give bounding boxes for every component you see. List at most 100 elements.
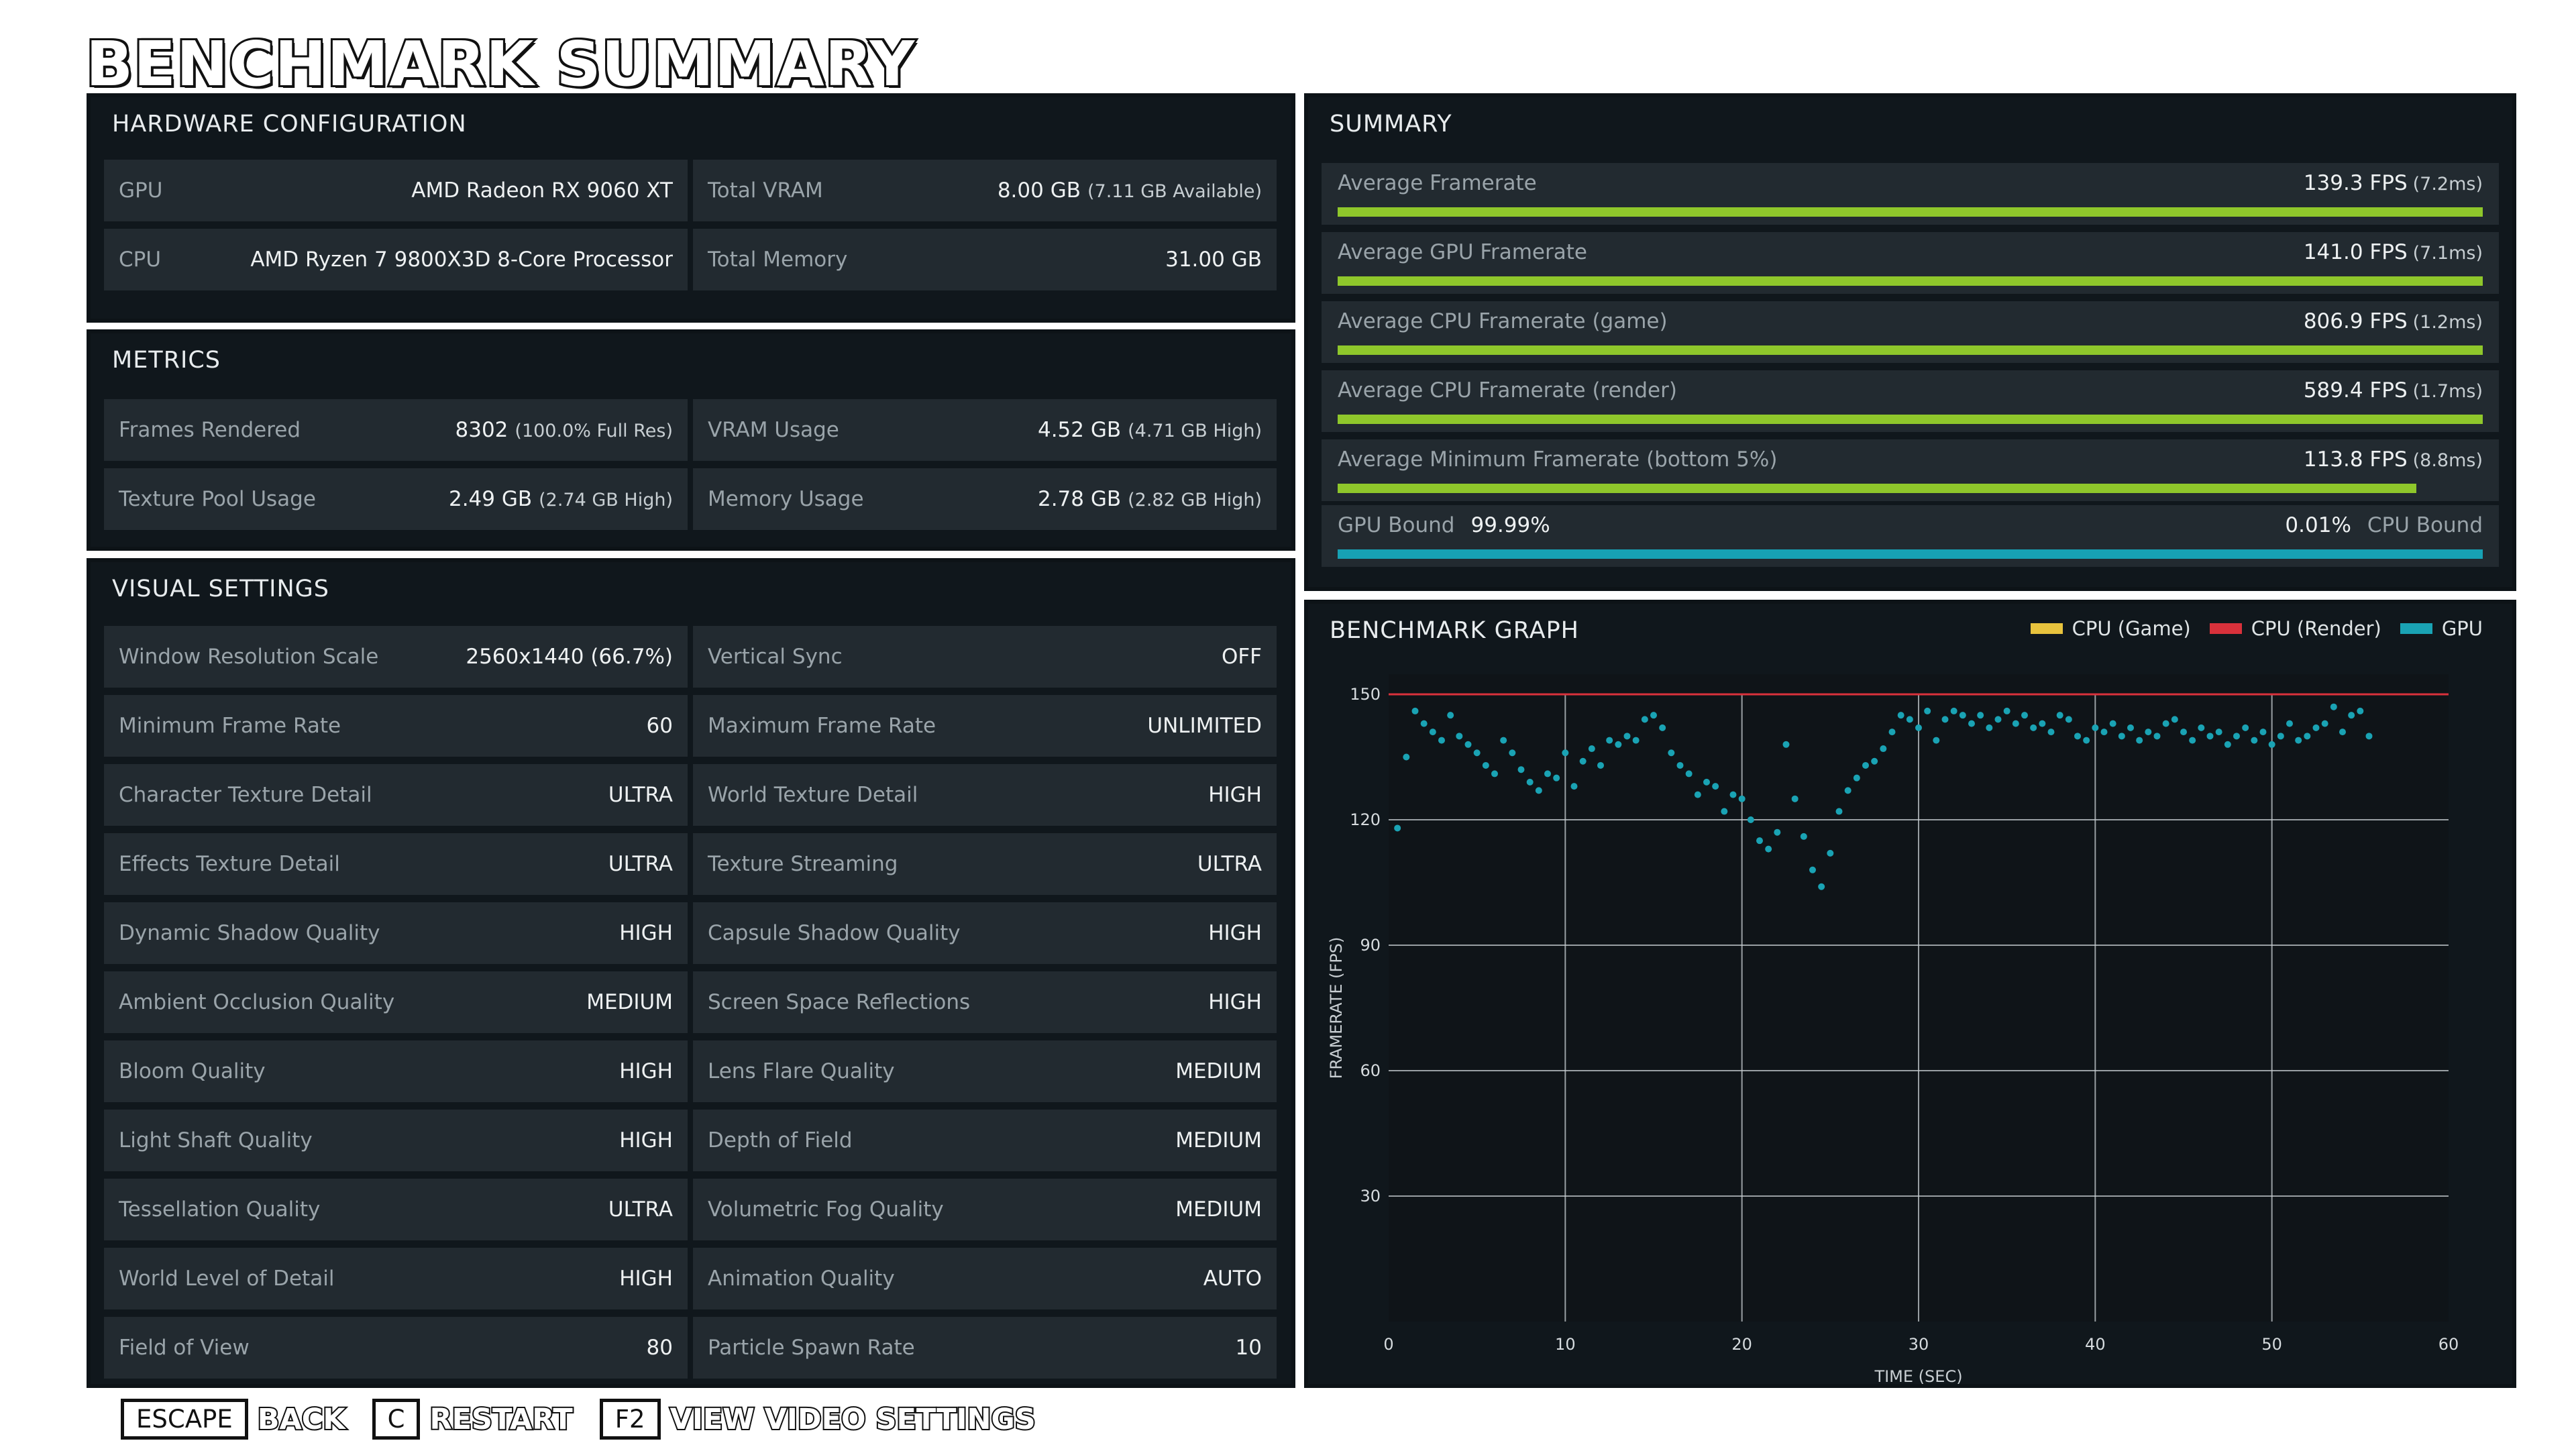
gpu-point [2109,720,2116,727]
gpu-point [2357,707,2364,714]
gpu-point [2153,733,2161,740]
metrics-header: METRICS [112,347,221,374]
summary-bar [1338,345,2483,355]
x-tick-label: 50 [2261,1335,2282,1354]
gpu-point [1756,837,1763,845]
gpu-point [2321,720,2328,727]
summary-header: SUMMARY [1330,111,1452,138]
setting-value: ULTRA [608,783,673,807]
gpu-point [2259,729,2267,736]
gpu-point [2180,729,2187,736]
gpu-point [2127,724,2134,731]
gpu-point [1747,816,1754,823]
x-tick-label: 0 [1383,1335,1393,1354]
c-key[interactable]: C [372,1399,421,1440]
setting-label: Depth of Field [708,1128,853,1152]
summary-row: Average CPU Framerate (render) 589.4 FPS(… [1322,370,2499,432]
gpu-point [1659,724,1666,731]
visual-settings-panel: VISUAL SETTINGS Window Resolution Scale 2… [91,562,1291,1384]
gpu-point [1906,716,1913,723]
gpu-point [1544,770,1551,777]
setting-value: MEDIUM [586,990,673,1014]
setting-value: 60 [646,714,673,738]
gpu-point [1729,791,1737,798]
setting-label: Animation Quality [708,1267,895,1291]
gpu-point [1517,766,1525,773]
gpu-point [2242,724,2249,731]
setting-label: Particle Spawn Rate [708,1336,915,1360]
summary-row: Average CPU Framerate (game) 806.9 FPS (1.… [1322,301,2499,363]
gpu-point [2277,733,2284,740]
gpu-point [1676,761,1684,769]
escape-key[interactable]: ESCAPE [121,1399,248,1440]
setting-cell: Depth of Field MEDIUM [693,1110,1277,1171]
gpu-point [1615,741,1622,748]
gpu-point [2251,737,2258,744]
setting-value: HIGH [619,1267,673,1291]
gpu-point [1553,774,1560,782]
setting-cell: Animation Quality AUTO [693,1248,1277,1309]
gpu-point [2330,703,2337,710]
gpu-point [1853,774,1860,782]
gpu-point [1526,778,1534,786]
metric-cell: Memory Usage 2.78 GB (2.82 GB High) [693,468,1277,530]
x-axis-label: TIME (SEC) [1874,1367,1962,1384]
benchmark-graph-panel: BENCHMARK GRAPH CPU (Game) CPU (Render) … [1308,604,2512,1384]
gpu-point [1738,795,1746,802]
summary-value: 113.8 FPS (8.8ms) [2303,447,2483,472]
setting-label: Effects Texture Detail [119,852,340,876]
back-button[interactable]: BACK [256,1401,347,1438]
setting-cell: Capsule Shadow Quality HIGH [693,902,1277,964]
hw-label: CPU [119,248,162,272]
gpu-point [1403,753,1410,761]
gpu-point [2012,720,2019,727]
summary-panel: SUMMARY Average Framerate 139.3 FPS (7.2ms… [1308,97,2512,587]
gpu-point [1394,824,1401,832]
summary-bar [1338,207,2483,217]
gpu-bound-label: GPU Bound [1338,513,1455,537]
gpu-bound-value: 99.99% [1470,513,1550,537]
summary-row: Average Framerate 139.3 FPS (7.2ms) [1322,163,2499,225]
y-tick-label: 30 [1360,1187,1381,1205]
setting-cell: Texture Streaming ULTRA [693,833,1277,895]
gpu-point [1880,745,1887,753]
setting-cell: Particle Spawn Rate 10 [693,1317,1277,1379]
gpu-point [1438,737,1445,744]
page-title: BENCHMARK SUMMARY [84,26,916,102]
setting-cell: Effects Texture Detail ULTRA [104,833,688,895]
hw-value: 8.00 GB (7.11 GB Available) [997,178,1262,203]
gpu-point [1570,783,1578,790]
summary-value: 141.0 FPS (7.1ms) [2303,240,2483,264]
gpu-point [1579,757,1587,765]
hw-cell-vram: Total VRAM 8.00 GB (7.11 GB Available) [693,160,1277,221]
gpu-point [1818,883,1825,890]
x-tick-label: 10 [1555,1335,1576,1354]
gpu-point [1844,787,1851,794]
setting-label: Window Resolution Scale [119,645,379,669]
view-video-settings-button[interactable]: VIEW VIDEO SETTINGS [669,1401,1037,1438]
gpu-point [1933,737,1940,744]
restart-button[interactable]: RESTART [428,1401,574,1438]
hw-label: Total Memory [708,248,848,272]
gpu-point [2083,737,2090,744]
f2-key[interactable]: F2 [599,1399,661,1440]
gpu-point [1950,707,1957,714]
gpu-point [2030,724,2037,731]
y-tick-label: 150 [1350,685,1381,704]
x-tick-label: 30 [1909,1335,1929,1354]
gpu-point [1623,733,1631,740]
gpu-point [1959,712,1966,719]
setting-cell: Dynamic Shadow Quality HIGH [104,902,688,964]
gpu-point [1429,729,1436,736]
setting-value: 2560x1440 (66.7%) [466,645,673,669]
setting-cell: Minimum Frame Rate 60 [104,695,688,757]
setting-label: Light Shaft Quality [119,1128,313,1152]
gpu-point [1897,712,1904,719]
metric-cell: Frames Rendered 8302 (100.0% Full Res) [104,399,688,461]
setting-label: World Texture Detail [708,783,918,807]
setting-value: 10 [1235,1336,1262,1360]
y-axis-label: FRAMERATE (FPS) [1327,937,1346,1079]
hardware-header: HARDWARE CONFIGURATION [112,111,467,138]
gpu-point [1924,707,1931,714]
setting-label: Dynamic Shadow Quality [119,921,380,945]
